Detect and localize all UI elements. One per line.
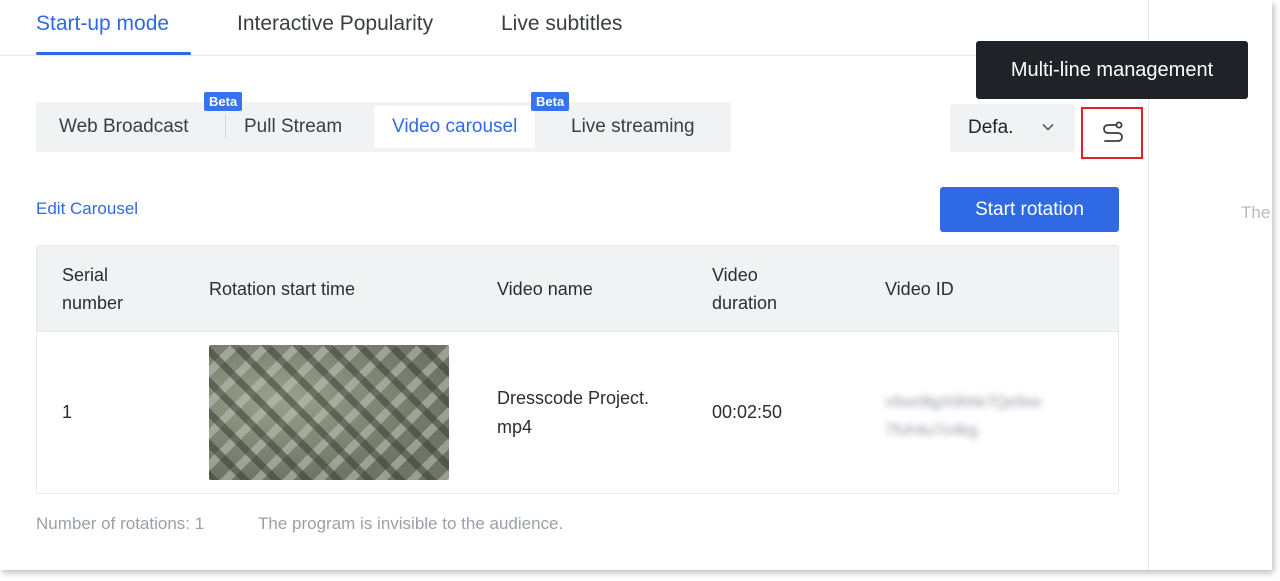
header-video-name: Video name: [497, 279, 593, 299]
beta-badge-pull-stream: Beta: [204, 92, 243, 111]
header-video-duration: Video duration: [712, 265, 778, 313]
route-icon: [1103, 121, 1123, 142]
rotation-count: Number of rotations: 1: [36, 514, 205, 533]
multi-line-tooltip: Multi-line management: [976, 41, 1248, 99]
beta-badge-video-carousel: Beta: [531, 92, 570, 111]
row-serial: 1: [62, 402, 73, 422]
carousel-table: Serial number Rotation start time Video …: [36, 245, 1119, 494]
header-rotation-start-time: Rotation start time: [209, 279, 356, 299]
start-rotation-button[interactable]: Start rotation: [940, 187, 1119, 232]
mode-live-streaming[interactable]: Live streaming: [571, 102, 695, 152]
line-select[interactable]: Defa.: [950, 104, 1075, 152]
multi-line-management-button[interactable]: [1081, 107, 1143, 159]
mode-video-carousel[interactable]: Video carousel: [374, 106, 536, 148]
edit-carousel-link[interactable]: Edit Carousel: [36, 199, 138, 219]
app-window: Start-up mode Interactive Popularity Liv…: [0, 0, 1272, 570]
table-header: Serial number Rotation start time Video …: [37, 246, 1118, 332]
mode-web-broadcast[interactable]: Web Broadcast: [59, 102, 189, 152]
line-select-value: Defa.: [968, 117, 1014, 138]
tab-live-subtitles[interactable]: Live subtitles: [501, 12, 622, 36]
row-video-id: v9xe9lgX0hhk7Qe9xe 7fuh4u7o4kg: [885, 394, 1042, 439]
row-video-name: Dresscode Project. mp4: [497, 388, 650, 437]
mode-pull-stream[interactable]: Pull Stream: [244, 102, 342, 152]
mode-switch: Web Broadcast Pull Stream Video carousel…: [36, 102, 731, 152]
row-duration: 00:02:50: [712, 402, 783, 422]
visibility-note: The program is invisible to the audience…: [258, 514, 564, 533]
side-panel-text: The: [1241, 203, 1271, 222]
mode-separator: [225, 114, 226, 138]
tab-interactive-popularity[interactable]: Interactive Popularity: [237, 12, 433, 36]
header-video-id: Video ID: [885, 279, 954, 299]
video-thumbnail: [209, 345, 449, 480]
tab-start-up-mode[interactable]: Start-up mode: [36, 12, 169, 36]
chevron-down-icon: [1042, 123, 1054, 131]
active-tab-indicator: [36, 52, 191, 55]
header-serial-number: Serial number: [62, 265, 124, 313]
